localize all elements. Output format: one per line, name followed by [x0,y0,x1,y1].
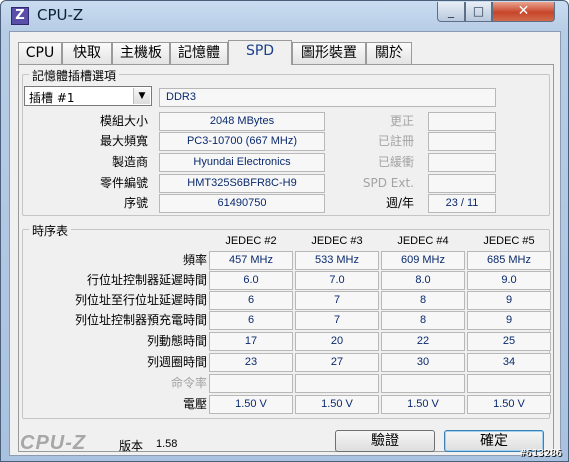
timing-cell: 8 [381,291,465,310]
module-size-value: 2048 MBytes [159,112,325,131]
buffered-value [428,153,496,172]
timing-row-label: 行位址控制器延遲時間 [86,273,207,287]
timing-cell: 9.0 [467,271,551,290]
cpu-z-logo: CPU-Z [20,432,87,454]
timing-cell: 9 [467,291,551,310]
timing-cell: 6 [209,291,293,310]
correction-label: 更正 [389,114,414,128]
timing-cell: 17 [209,332,293,351]
memory-type-field: DDR3 [159,88,496,107]
manufacturer-value: Hyundai Electronics [159,153,325,172]
timing-cell: 1.50 V [209,395,293,414]
timing-cell: 7 [295,291,379,310]
timing-cell: 8 [381,311,465,330]
spd-ext-value [428,174,496,193]
timing-cell: 6.0 [209,271,293,290]
memory-slot-group-title: 記憶體插槽選項 [29,67,120,84]
registered-value [428,132,496,151]
maximize-button[interactable]: □ [465,2,492,22]
timing-cell: 23 [209,353,293,372]
column-jedec-4: JEDEC #4 [397,235,449,247]
correction-value [428,112,496,131]
timing-row-label: 列位址控制器預充電時間 [74,313,207,327]
timing-cell [381,374,465,393]
week-year-label: 週/年 [385,196,414,210]
timing-cell [295,374,379,393]
spd-ext-label: SPD Ext. [362,176,414,190]
timing-row-label: 電壓 [182,397,207,411]
timing-cell: 8.0 [381,271,465,290]
timing-cell: 30 [381,353,465,372]
timing-cell: 7.0 [295,271,379,290]
slot-select-value: 插槽 #1 [29,91,75,105]
watermark: #613286 [519,448,562,459]
minimize-button[interactable]: _ [437,2,465,22]
manufacturer-label: 製造商 [111,155,148,169]
window-title: CPU-Z [37,6,84,24]
timing-row-label: 列週圈時間 [146,355,207,369]
close-button[interactable]: ✕ [492,2,555,22]
timing-cell: 6 [209,311,293,330]
validate-button[interactable]: 驗證 [335,430,435,452]
column-jedec-3: JEDEC #3 [311,235,363,247]
timing-cell: 1.50 V [381,395,465,414]
column-jedec-5: JEDEC #5 [483,235,535,247]
tab-spd[interactable]: SPD [228,40,292,65]
buffered-label: 已緩衝 [377,155,414,169]
timing-cell [467,374,551,393]
max-bandwidth-value: PC3-10700 (667 MHz) [159,132,325,151]
max-bandwidth-label: 最大頻寬 [99,134,148,148]
part-number-label: 零件編號 [99,176,148,190]
timings-group-title: 時序表 [29,222,72,239]
timing-cell: 533 MHz [295,251,379,270]
timing-cell [209,374,293,393]
timing-cell: 9 [467,311,551,330]
timing-row-label: 命令率 [170,376,207,390]
tab-cache[interactable]: 快取 [62,42,112,64]
timing-cell: 27 [295,353,379,372]
serial-number-value: 61490750 [159,194,325,213]
tab-graphics[interactable]: 圖形裝置 [292,42,366,64]
timing-cell: 609 MHz [381,251,465,270]
timing-cell: 1.50 V [295,395,379,414]
tab-memory[interactable]: 記憶體 [170,42,228,64]
client-area: CPU 快取 主機板 記憶體 SPD 圖形裝置 關於 記憶體插槽選項 插槽 #1… [9,31,561,456]
timing-cell: 22 [381,332,465,351]
timing-cell: 1.50 V [467,395,551,414]
title-bar[interactable]: Z CPU-Z _ □ ✕ [1,1,568,31]
version-value: 1.58 [156,438,178,450]
slot-select[interactable]: 插槽 #1 ▼ [24,86,152,106]
registered-label: 已註冊 [377,134,414,148]
week-year-value: 23 / 11 [428,194,496,213]
tab-cpu[interactable]: CPU [18,42,62,64]
timing-row-label: 列動態時間 [146,334,207,348]
serial-number-label: 序號 [123,196,148,210]
app-icon: Z [11,7,29,25]
column-jedec-2: JEDEC #2 [225,235,277,247]
timing-cell: 34 [467,353,551,372]
version-label: 版本 [119,439,144,453]
timing-row-label: 列位址至行位址延遲時間 [74,293,207,307]
timing-cell: 685 MHz [467,251,551,270]
timing-cell: 7 [295,311,379,330]
timing-row-label: 頻率 [182,253,207,267]
tab-mainboard[interactable]: 主機板 [112,42,170,64]
module-size-label: 模組大小 [99,114,148,128]
tab-about[interactable]: 關於 [366,42,412,64]
timing-cell: 20 [295,332,379,351]
chevron-down-icon[interactable]: ▼ [133,88,150,104]
part-number-value: HMT325S6BFR8C-H9 [159,174,325,193]
timing-cell: 25 [467,332,551,351]
timing-cell: 457 MHz [209,251,293,270]
cpu-z-window: Z CPU-Z _ □ ✕ CPU 快取 主機板 記憶體 SPD 圖形裝置 關於… [0,0,569,462]
